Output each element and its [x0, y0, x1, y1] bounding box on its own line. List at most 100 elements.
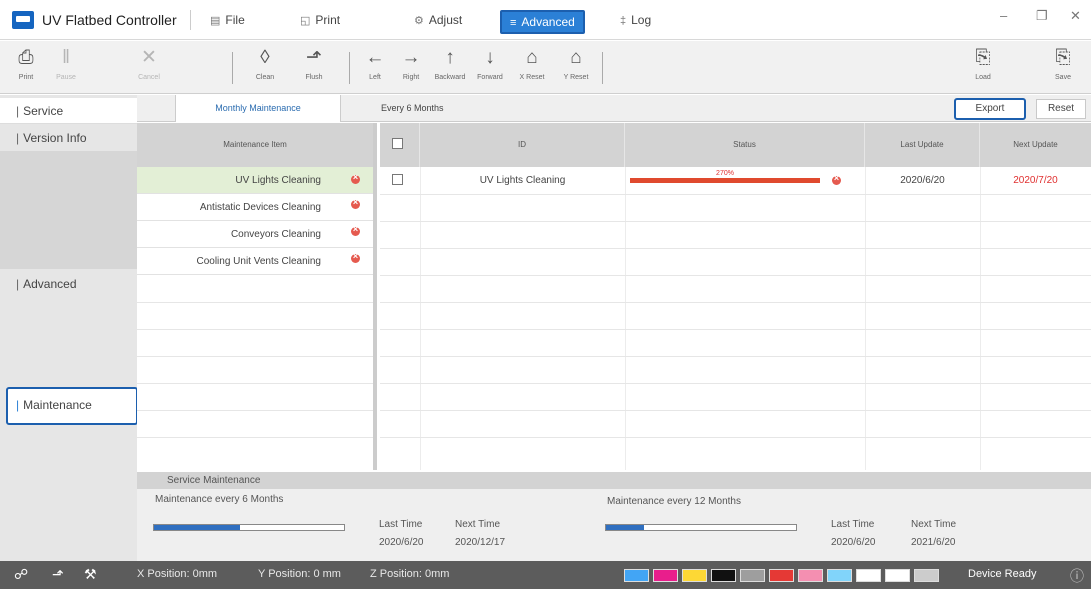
y-position: Y Position: 0 mm: [258, 568, 341, 580]
list-item[interactable]: Conveyors Cleaning: [137, 221, 373, 248]
sidebar-item-version-info[interactable]: | Version Info: [0, 125, 137, 151]
six-months-progress-fill: [154, 525, 240, 530]
six-months-next-time: 2020/12/17: [455, 537, 506, 548]
ink-swatch: [769, 569, 794, 582]
arrow-down-icon: ↓: [485, 47, 495, 68]
row-line: [137, 302, 373, 303]
arrow-up-icon: ↑: [445, 47, 455, 68]
forward-button[interactable]: ↓ Forward: [470, 45, 510, 81]
column-line: [625, 167, 626, 470]
column-header-last-update: Last Update: [865, 123, 980, 167]
left-button[interactable]: ← Left: [355, 45, 395, 81]
ink-swatch: [856, 569, 881, 582]
ink-swatch: [653, 569, 678, 582]
service-maintenance-header: Service Maintenance: [137, 472, 1091, 489]
close-icon[interactable]: ✕: [1070, 8, 1081, 24]
file-icon: ▤: [210, 15, 221, 27]
restore-icon[interactable]: ❐: [1036, 8, 1048, 24]
sidebar-item-service[interactable]: | Service: [0, 98, 137, 124]
pause-button[interactable]: ‖ Pause: [46, 45, 86, 81]
menu-advanced[interactable]: ≡ Advanced: [500, 10, 585, 34]
x-reset-button[interactable]: ⌂ X Reset: [512, 45, 552, 81]
ink-swatch: [885, 569, 910, 582]
row-line: [380, 410, 1091, 411]
tab-every-6-months[interactable]: Every 6 Months: [381, 95, 444, 122]
log-icon: ‡: [620, 15, 627, 27]
menu-file[interactable]: ▤ File: [210, 13, 245, 31]
list-item[interactable]: UV Lights Cleaning: [137, 167, 373, 194]
row-line: [380, 329, 1091, 330]
row-line: [380, 221, 1091, 222]
ink-swatch: [740, 569, 765, 582]
tab-bar: Monthly Maintenance Every 6 Months Expor…: [137, 95, 1091, 122]
list-item[interactable]: Cooling Unit Vents Cleaning: [137, 248, 373, 275]
ink-swatch: [798, 569, 823, 582]
row-checkbox[interactable]: [392, 174, 403, 185]
clean-icon: ◊: [260, 47, 270, 68]
row-line: [137, 410, 373, 411]
cancel-button[interactable]: ✕ Cancel: [129, 45, 169, 81]
list-item[interactable]: Antistatic Devices Cleaning: [137, 194, 373, 221]
ink-swatch: [624, 569, 649, 582]
row-line: [380, 248, 1091, 249]
sidebar: | Service | Version Info | Advanced | Mainte…: [0, 95, 138, 561]
divider: [190, 10, 191, 30]
printer-icon: ⎙: [18, 47, 34, 68]
ink-swatch: [711, 569, 736, 582]
toolbar-divider: [349, 52, 350, 84]
minimize-icon[interactable]: –: [1000, 8, 1007, 23]
sidebar-item-advanced[interactable]: | Advanced: [0, 271, 137, 297]
menu-adjust[interactable]: ⚙ Adjust: [414, 13, 462, 31]
device-status: Device Ready: [968, 568, 1037, 580]
header-checkbox-cell: [380, 123, 420, 167]
arrow-right-icon: →: [401, 47, 421, 68]
pause-icon: ‖: [62, 47, 70, 68]
row-next-update: 2020/7/20: [1013, 175, 1058, 186]
info-icon[interactable]: ⓘ: [1070, 566, 1084, 586]
select-all-checkbox[interactable]: [392, 138, 403, 149]
flush-button[interactable]: ⬏ Flush: [294, 45, 334, 81]
arrow-left-icon: ←: [365, 47, 385, 68]
wrench-icon: ⚒: [84, 566, 97, 582]
save-button[interactable]: ⎘ Save: [1043, 45, 1083, 81]
menu-log[interactable]: ‡ Log: [620, 13, 651, 31]
home-icon: ⌂: [526, 47, 538, 68]
reset-button[interactable]: Reset: [1036, 99, 1086, 119]
column-header-id: ID: [420, 123, 625, 167]
toolbar: ⎙ Print ‖ Pause ✕ Cancel ◊ Clean ⬏ Flush ← Lef…: [0, 41, 1091, 94]
row-last-update: 2020/6/20: [900, 175, 945, 186]
twelve-months-last-time: 2020/6/20: [831, 537, 876, 548]
twelve-months-label: Maintenance every 12 Months: [607, 496, 741, 507]
row-line: [380, 356, 1091, 357]
flush-icon: ⬏: [306, 47, 322, 68]
ink-swatch: [914, 569, 939, 582]
gear-icon: ⚙: [414, 15, 424, 27]
y-reset-button[interactable]: ⌂ Y Reset: [556, 45, 596, 81]
maintenance-item-header: Maintenance Item: [137, 123, 373, 167]
row-line: [137, 356, 373, 357]
load-icon: ⎘: [975, 47, 991, 68]
save-icon: ⎘: [1055, 47, 1071, 68]
advanced-icon: ≡: [510, 17, 517, 29]
error-icon: [832, 173, 841, 185]
ink-swatch: [827, 569, 852, 582]
export-button[interactable]: Export: [954, 98, 1026, 120]
backward-button[interactable]: ↑ Backward: [430, 45, 470, 81]
clean-button[interactable]: ◊ Clean: [245, 45, 285, 81]
right-button[interactable]: → Right: [391, 45, 431, 81]
row-line: [137, 329, 373, 330]
error-icon: [351, 251, 360, 263]
load-button[interactable]: ⎘ Load: [963, 45, 1003, 81]
print-button[interactable]: ⎙ Print: [6, 45, 46, 81]
error-icon: [351, 197, 360, 209]
x-position: X Position: 0mm: [137, 568, 218, 580]
twelve-months-next-time: 2021/6/20: [911, 537, 956, 548]
row-line: [137, 383, 373, 384]
menu-print[interactable]: ◱ Print: [300, 13, 340, 31]
column-line: [420, 167, 421, 470]
error-icon: [351, 172, 360, 184]
sidebar-item-maintenance[interactable]: | Maintenance: [6, 387, 138, 425]
tab-monthly-maintenance[interactable]: Monthly Maintenance: [175, 95, 341, 122]
maintenance-table: ID Status Last Update Next Update UV Lig…: [380, 123, 1091, 470]
row-line: [380, 437, 1091, 438]
